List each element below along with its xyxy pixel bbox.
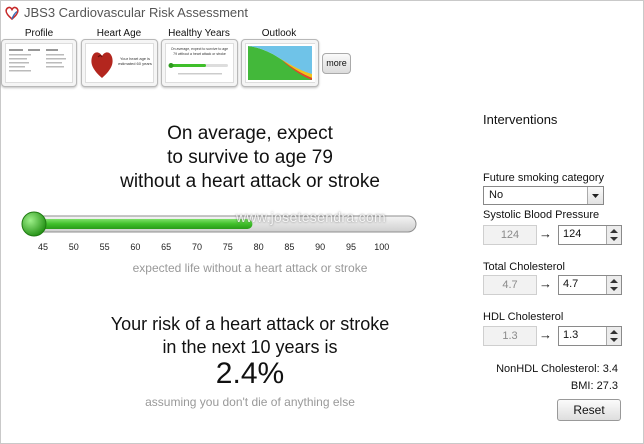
tab-label-profile: Profile: [24, 28, 54, 39]
profile-thumbnail: [5, 43, 73, 83]
heart-logo-icon: [5, 6, 19, 21]
risk-note: assuming you don't die of anything else: [145, 395, 355, 409]
smoking-value: No: [489, 189, 504, 201]
slider-tick-label: 80: [253, 242, 264, 252]
watermark-text: www.josetesendra.com: [236, 209, 386, 225]
healthy-years-thumbnail: On average, expect to survive to age 79 …: [165, 43, 234, 83]
stepper-up-icon[interactable]: [610, 279, 618, 283]
slider-tick-label: 70: [191, 242, 202, 252]
healthy-years-thumb-text: On average, expect to survive to age 79 …: [170, 47, 229, 56]
app-title: JBS3 Cardiovascular Risk Assessment: [24, 5, 248, 20]
tab-heart-age[interactable]: Your heart age is estimated 60 years: [81, 39, 158, 87]
nonhdl-cholesterol: NonHDL Cholesterol: 3.4: [496, 363, 618, 375]
title-bar: JBS3 Cardiovascular Risk Assessment: [0, 0, 644, 26]
risk-line-1: Your risk of a heart attack or stroke: [110, 314, 390, 334]
arrow-right-icon: →: [539, 327, 552, 342]
tc-current: 4.7: [483, 275, 537, 295]
slider-tick-label: 45: [37, 242, 48, 252]
heart-age-thumbnail: Your heart age is estimated 60 years: [85, 43, 154, 83]
arrow-right-icon: →: [539, 226, 552, 241]
hdl-target-value: 1.3: [563, 329, 579, 341]
tab-label-outlook: Outlook: [261, 28, 297, 39]
bmi-value: BMI: 27.3: [570, 380, 618, 392]
tc-target-value: 4.7: [563, 278, 579, 290]
more-button[interactable]: more: [322, 53, 351, 74]
stepper-up-icon[interactable]: [610, 229, 618, 233]
stepper-buttons[interactable]: [606, 276, 621, 294]
smoking-select[interactable]: No: [483, 186, 604, 205]
slider-tick-label: 75: [222, 242, 233, 252]
slider-caption: expected life without a heart attack or …: [132, 261, 368, 275]
stepper-down-icon[interactable]: [610, 287, 618, 291]
headline-line-3: without a heart attack or stroke: [120, 171, 380, 192]
risk-value: 2.4%: [215, 357, 285, 390]
tab-label-heart-age: Heart Age: [96, 28, 142, 39]
stepper-down-icon[interactable]: [610, 237, 618, 241]
tab-profile[interactable]: [1, 39, 77, 87]
stepper-buttons[interactable]: [606, 327, 621, 345]
stepper-down-icon[interactable]: [610, 338, 618, 342]
hdl-label: HDL Cholesterol: [483, 311, 564, 323]
tab-outlook[interactable]: [241, 39, 319, 87]
slider-tick-label: 60: [130, 242, 141, 252]
stepper-up-icon[interactable]: [610, 330, 618, 334]
slider-tick-label: 95: [345, 242, 356, 252]
reset-button[interactable]: Reset: [557, 399, 621, 421]
sbp-label: Systolic Blood Pressure: [483, 209, 600, 221]
hdl-current: 1.3: [483, 326, 537, 346]
tab-healthy-years[interactable]: On average, expect to survive to age 79 …: [161, 39, 238, 87]
slider-knob[interactable]: [21, 211, 47, 237]
hdl-target-stepper[interactable]: 1.3: [558, 326, 622, 346]
slider-fill: [27, 219, 253, 229]
profile-form-preview: [9, 49, 66, 72]
outlook-chart-preview: [246, 44, 315, 82]
sbp-current: 124: [483, 225, 537, 245]
headline-line-2: to survive to age 79: [167, 147, 333, 168]
risk-line-2: in the next 10 years is: [162, 337, 338, 357]
interventions-heading: Interventions: [483, 112, 558, 127]
slider-tick-label: 65: [161, 242, 172, 252]
slider-tick-label: 90: [315, 242, 326, 252]
slider-tick-label: 100: [374, 242, 390, 252]
tc-target-stepper[interactable]: 4.7: [558, 275, 622, 295]
chevron-down-icon[interactable]: [587, 187, 603, 204]
slider-tick-label: 85: [284, 242, 295, 252]
heart-image-icon: [91, 52, 113, 78]
heart-age-thumb-text: Your heart age is estimated 60 years: [118, 56, 152, 66]
tab-label-healthy-years: Healthy Years: [168, 28, 230, 39]
slider-tick-label: 50: [68, 242, 79, 252]
outlook-thumbnail: [245, 43, 315, 83]
sbp-target-stepper[interactable]: 124: [558, 225, 622, 245]
slider-tick-label: 55: [99, 242, 110, 252]
smoking-label: Future smoking category: [483, 172, 605, 184]
headline-line-1: On average, expect: [167, 123, 333, 144]
sbp-target-value: 124: [563, 228, 582, 240]
tc-label: Total Cholesterol: [483, 261, 565, 273]
stepper-buttons[interactable]: [606, 226, 621, 244]
arrow-right-icon: →: [539, 276, 552, 291]
